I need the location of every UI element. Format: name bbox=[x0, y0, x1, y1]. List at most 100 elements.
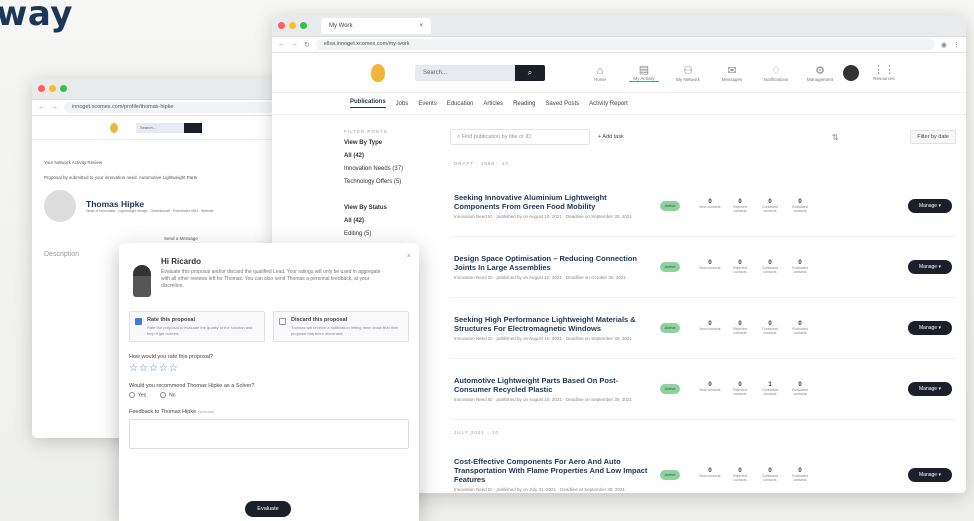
filter-item-innovation-needs[interactable]: Innovation Needs (37) bbox=[344, 166, 440, 172]
url-field[interactable]: innoget.xcomes.com/profile/thomas-hipke bbox=[64, 102, 274, 113]
gear-icon: ⚙ bbox=[815, 64, 825, 77]
table-row: Design Space Optimisation – Reducing Con… bbox=[450, 237, 956, 298]
back-icon[interactable]: ← bbox=[278, 41, 285, 48]
discard-checkbox[interactable] bbox=[279, 318, 286, 325]
profile-header: Search... bbox=[32, 116, 280, 140]
send-message-link[interactable]: Send a Message bbox=[44, 236, 268, 241]
manage-label: Manage bbox=[919, 472, 938, 478]
recommend-radios: Yes No bbox=[119, 389, 419, 401]
tab-education[interactable]: Education bbox=[447, 101, 474, 107]
tab-articles[interactable]: Articles bbox=[483, 101, 503, 107]
forward-icon[interactable]: → bbox=[51, 104, 58, 111]
account-icon[interactable]: ◉ bbox=[941, 41, 947, 49]
logo-icon[interactable] bbox=[110, 122, 118, 133]
stat-label: Contacted contacts bbox=[762, 388, 778, 396]
url-field[interactable]: ellsa.innoget.xcomes.com/my-work bbox=[315, 39, 935, 50]
maximize-dot[interactable] bbox=[60, 85, 67, 92]
evaluate-button[interactable]: Evaluate bbox=[245, 501, 291, 517]
nav-my-activity[interactable]: ▤ My Activity bbox=[629, 64, 659, 82]
yes-radio[interactable]: Yes bbox=[129, 392, 146, 398]
profile-search-input[interactable]: Search... bbox=[136, 122, 184, 133]
filter-item-all-types[interactable]: All (42) bbox=[344, 153, 440, 159]
publication-info: Seeking Innovative Aluminium Lightweight… bbox=[454, 193, 654, 220]
messages-icon: ✉ bbox=[727, 64, 737, 77]
nav-resources[interactable]: ⋮⋮ Resources bbox=[869, 64, 899, 81]
evaluate-modal: × Hi Ricardo Evaluate this proposal and/… bbox=[119, 243, 419, 521]
manage-button[interactable]: Manage ▾ bbox=[908, 468, 952, 482]
tab-saved-posts[interactable]: Saved Posts bbox=[545, 101, 579, 107]
menu-icon[interactable]: ⋮ bbox=[953, 41, 960, 49]
filter-item-editing[interactable]: Editing (5) bbox=[344, 231, 440, 237]
radio-icon bbox=[160, 392, 167, 398]
reload-icon[interactable]: ↻ bbox=[304, 41, 310, 49]
home-icon: ⌂ bbox=[596, 64, 604, 77]
nav-home[interactable]: ⌂ Home bbox=[585, 65, 615, 82]
headline: way bbox=[0, 0, 73, 34]
maximize-dot[interactable] bbox=[300, 22, 307, 29]
stats-group: 0 New contacts 0 Rejected contacts 0 Contacte… bbox=[698, 199, 812, 213]
publication-title[interactable]: Seeking High Performance Lightweight Mat… bbox=[454, 315, 654, 333]
rate-checkbox[interactable] bbox=[135, 318, 142, 325]
tab-publications[interactable]: Publications bbox=[350, 99, 386, 108]
logo-icon[interactable] bbox=[371, 63, 385, 82]
publication-title[interactable]: Seeking Innovative Aluminium Lightweight… bbox=[454, 193, 654, 211]
minimize-dot[interactable] bbox=[289, 22, 296, 29]
close-dot[interactable] bbox=[278, 22, 285, 29]
tab-jobs[interactable]: Jobs bbox=[396, 101, 409, 107]
manage-label: Manage bbox=[919, 264, 938, 270]
avatar[interactable] bbox=[843, 64, 859, 81]
nav-management[interactable]: ⚙ Management bbox=[805, 65, 835, 82]
publication-title[interactable]: Automotive Lightweight Parts Based On Po… bbox=[454, 376, 654, 394]
browser-tab[interactable]: My Work × bbox=[321, 17, 431, 34]
discard-option[interactable]: Discard this proposal Thomas will receiv… bbox=[273, 311, 409, 342]
stat: 0 New contacts bbox=[698, 199, 722, 213]
search-input[interactable]: Search... bbox=[415, 64, 515, 81]
star-rating[interactable]: ☆☆☆☆☆ bbox=[119, 360, 419, 377]
profile-name[interactable]: Thomas Hipke bbox=[86, 199, 214, 209]
feedback-textarea[interactable] bbox=[129, 419, 409, 450]
back-icon[interactable]: ← bbox=[38, 104, 45, 111]
publication-meta: Innovation Need ID · published by on Aug… bbox=[454, 335, 632, 341]
close-tab-icon[interactable]: × bbox=[419, 23, 423, 29]
close-icon[interactable]: × bbox=[407, 253, 411, 260]
tab-events[interactable]: Events bbox=[418, 101, 436, 107]
forward-icon[interactable]: → bbox=[291, 41, 298, 48]
option-description: Thomas will receive a notification letti… bbox=[291, 325, 399, 336]
publication-title[interactable]: Cost-Effective Components For Aero And A… bbox=[454, 457, 654, 484]
tab-activity-report[interactable]: Activity Report bbox=[589, 101, 628, 107]
profile-search-button[interactable] bbox=[184, 122, 202, 133]
status-badge: Active bbox=[660, 262, 680, 272]
status-badge: Active bbox=[660, 384, 680, 394]
minimize-dot[interactable] bbox=[49, 85, 56, 92]
search-icon: ⌕ bbox=[527, 67, 533, 77]
stat-label: Rejected contacts bbox=[733, 327, 747, 335]
filter-item-technology-offers[interactable]: Technology Offers (5) bbox=[344, 179, 440, 185]
manage-button[interactable]: Manage ▾ bbox=[908, 382, 952, 396]
option-title: Discard this proposal bbox=[291, 317, 348, 323]
table-row: Seeking High Performance Lightweight Mat… bbox=[450, 298, 956, 359]
grid-icon: ⋮⋮ bbox=[873, 64, 895, 76]
stat-label: Rejected contacts bbox=[733, 388, 747, 396]
publication-title[interactable]: Design Space Optimisation – Reducing Con… bbox=[454, 254, 654, 272]
filter-by-date-button[interactable]: Filter by date bbox=[910, 130, 956, 144]
rate-option[interactable]: Rate this proposal Rate the proposal to … bbox=[129, 311, 265, 342]
filter-item-all-status[interactable]: All (42) bbox=[344, 218, 440, 224]
find-publication-input[interactable]: ⌕ Find publication by title or ID bbox=[450, 129, 590, 145]
nav-notifications[interactable]: ♢ Notifications bbox=[761, 65, 791, 82]
no-radio[interactable]: No bbox=[160, 392, 176, 398]
profile-details: Head of Innovation · Lightweight design … bbox=[86, 208, 214, 213]
stat-label: Evaluated contacts bbox=[792, 266, 808, 274]
sort-icon[interactable]: ⇅ bbox=[832, 133, 839, 142]
bell-icon: ♢ bbox=[771, 64, 781, 77]
tab-reading[interactable]: Reading bbox=[513, 101, 535, 107]
publication-meta: Innovation Need ID · published by on Aug… bbox=[454, 396, 632, 402]
nav-my-network[interactable]: ⚇ My Network bbox=[673, 65, 703, 82]
manage-button[interactable]: Manage ▾ bbox=[908, 199, 952, 213]
search-button[interactable]: ⌕ bbox=[515, 64, 545, 81]
nav-messages[interactable]: ✉ Messages bbox=[717, 65, 747, 82]
add-task-button[interactable]: + Add task bbox=[598, 134, 624, 140]
manage-button[interactable]: Manage ▾ bbox=[908, 321, 952, 335]
close-dot[interactable] bbox=[38, 85, 45, 92]
stat-label: Evaluated contacts bbox=[792, 205, 808, 213]
manage-button[interactable]: Manage ▾ bbox=[908, 260, 952, 274]
